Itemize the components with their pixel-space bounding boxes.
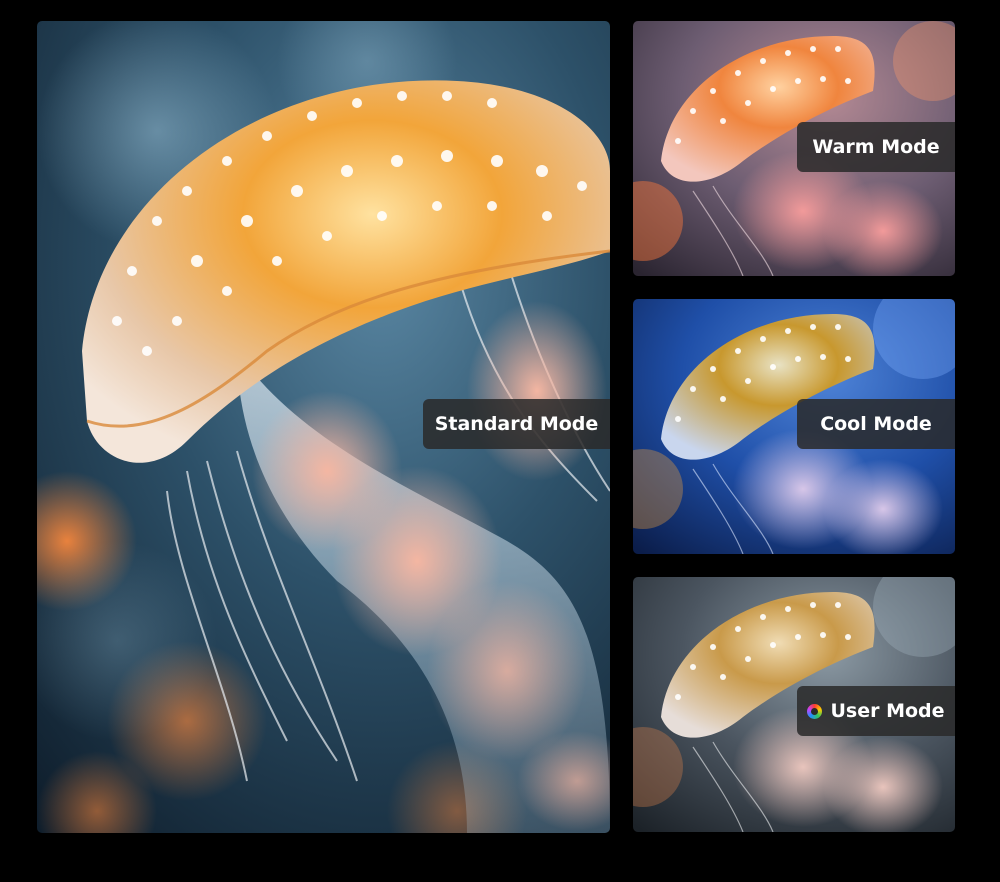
warm-mode-preview: Warm Mode: [633, 21, 955, 276]
user-mode-preview: User Mode: [633, 577, 955, 832]
standard-mode-preview: Standard Mode: [37, 21, 610, 833]
cool-mode-label-text: Cool Mode: [820, 413, 932, 435]
cool-mode-label: Cool Mode: [797, 399, 955, 449]
cool-mode-preview: Cool Mode: [633, 299, 955, 554]
rgb-color-wheel-icon: [807, 703, 823, 719]
warm-mode-label: Warm Mode: [797, 122, 955, 172]
user-mode-label: User Mode: [797, 686, 955, 736]
standard-mode-label-text: Standard Mode: [434, 413, 599, 435]
standard-mode-label: Standard Mode: [423, 399, 610, 449]
warm-mode-label-text: Warm Mode: [812, 136, 940, 158]
user-mode-label-text: User Mode: [830, 700, 945, 722]
